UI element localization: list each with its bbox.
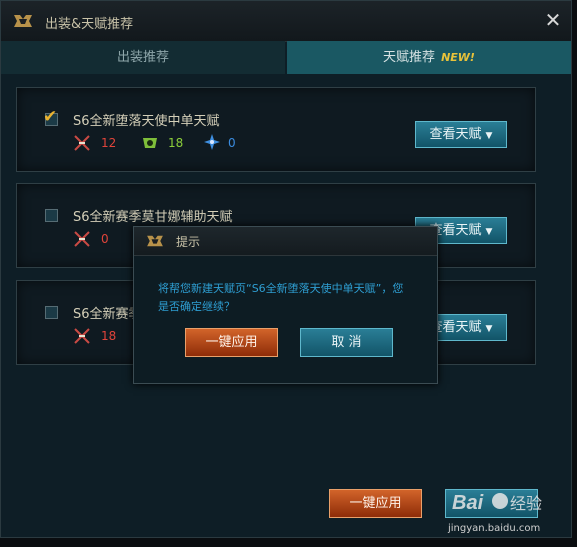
caret-down-icon: ▼ [485, 227, 493, 237]
tab-items[interactable]: 出装推荐 [1, 41, 285, 74]
view-talent-button[interactable]: 查看天赋 ▼ [415, 121, 507, 148]
defense-count: 18 [168, 136, 184, 150]
checkmark-icon: ✔ [43, 107, 58, 127]
utility-count: 0 [228, 136, 236, 150]
view-talent-label: 查看天赋 [429, 127, 482, 142]
cancel-label: 取 消 [331, 335, 362, 350]
talent-checkbox[interactable] [45, 306, 58, 319]
confirm-apply-label: 一键应用 [205, 335, 258, 350]
tab-items-label: 出装推荐 [116, 50, 169, 65]
talent-page-name: S6全新堕落天使中单天赋 [73, 114, 220, 129]
offense-count: 18 [101, 329, 117, 343]
caret-down-icon: ▼ [485, 131, 493, 141]
defense-icon [143, 138, 157, 148]
talent-page-row: ✔ S6全新堕落天使中单天赋 12 18 0 查看天赋 ▼ [16, 87, 536, 172]
watermark-url: jingyan.baidu.com [448, 523, 541, 534]
tab-bar: 出装推荐 天赋推荐 NEW! [1, 41, 571, 74]
offense-icon [74, 231, 90, 247]
svg-text:Bai: Bai [452, 492, 484, 514]
cancel-button[interactable]: 取 消 [300, 328, 393, 357]
title-bar: 出装&天赋推荐 ✕ [1, 1, 571, 42]
offense-icon [74, 328, 90, 344]
confirm-dialog: 提示 将帮您新建天赋页“S6全新堕落天使中单天赋”，您是否确定继续？ 一键应用 … [133, 226, 438, 384]
lol-logo-icon [14, 15, 32, 27]
utility-icon [204, 134, 220, 150]
svg-text:经验: 经验 [510, 494, 542, 513]
apply-all-label: 一键应用 [349, 496, 402, 511]
dialog-message: 将帮您新建天赋页“S6全新堕落天使中单天赋”，您是否确定继续？ [158, 282, 404, 313]
tab-talents-label: 天赋推荐 [383, 50, 436, 65]
new-badge: NEW! [441, 51, 475, 64]
dialog-title: 提示 [176, 235, 201, 249]
caret-down-icon: ▼ [485, 324, 493, 334]
close-button[interactable]: ✕ [542, 9, 564, 31]
talent-checkbox[interactable] [45, 209, 58, 222]
talent-page-name: S6全新赛季 [73, 307, 142, 322]
offense-count: 0 [101, 232, 109, 246]
offense-icon [74, 135, 90, 151]
confirm-apply-button[interactable]: 一键应用 [185, 328, 278, 357]
lol-logo-icon [147, 235, 163, 247]
talent-checkbox[interactable]: ✔ [43, 107, 58, 127]
window-title: 出装&天赋推荐 [45, 17, 134, 32]
offense-count: 12 [101, 136, 117, 150]
apply-all-button[interactable]: 一键应用 [329, 489, 422, 518]
talent-page-name: S6全新赛季莫甘娜辅助天赋 [73, 210, 233, 225]
tab-talents[interactable]: 天赋推荐 NEW! [287, 41, 571, 74]
dialog-title-bar: 提示 [134, 227, 437, 256]
